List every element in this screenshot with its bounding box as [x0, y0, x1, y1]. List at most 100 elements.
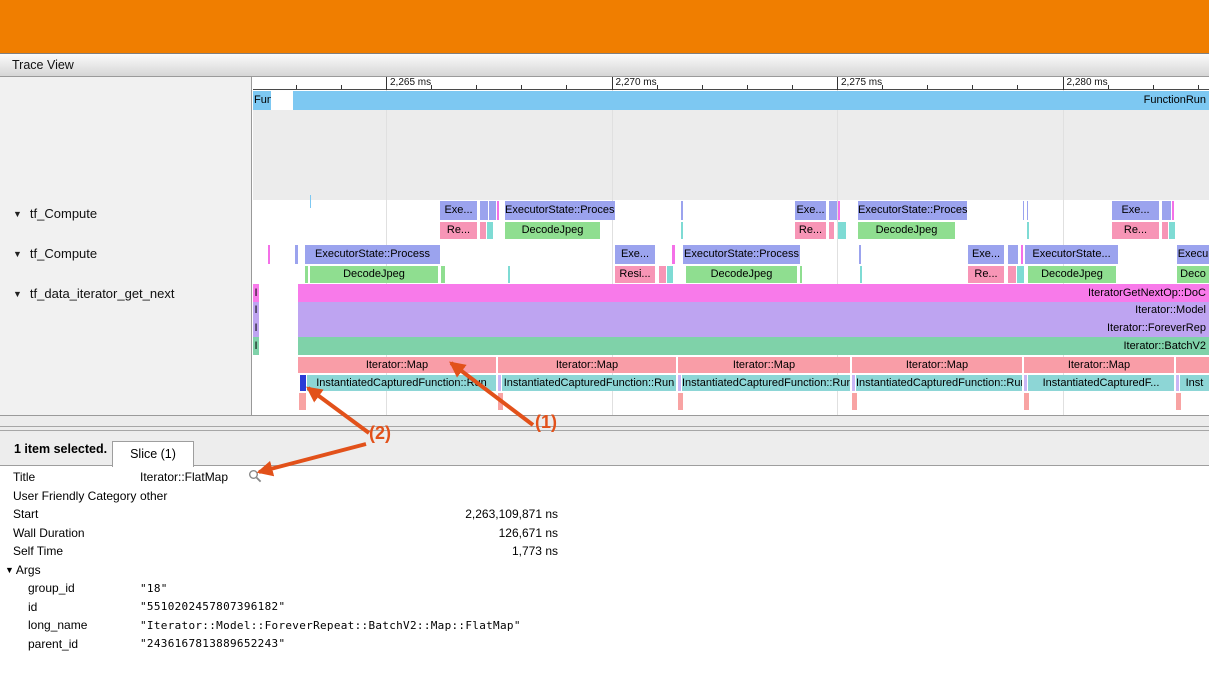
trace-event[interactable]: Iterator::Model: [298, 302, 1209, 319]
sidebar-track-2[interactable]: ▼tf_data_iterator_get_next: [13, 285, 174, 302]
trace-event-tick[interactable]: [1021, 245, 1023, 264]
trace-event[interactable]: ExecutorState::Process: [683, 245, 800, 264]
trace-event-tick[interactable]: [1027, 222, 1029, 239]
trace-event-tick[interactable]: [838, 222, 846, 239]
trace-event[interactable]: DecodeJpeg: [858, 222, 955, 239]
panel-resize-divider[interactable]: [0, 415, 1209, 433]
trace-event-tick[interactable]: [1176, 375, 1179, 391]
trace-event[interactable]: InstantiatedCapturedF...: [1028, 375, 1174, 391]
args-collapse-triangle-icon[interactable]: ▼: [5, 565, 14, 575]
trace-event[interactable]: ExecutorState::Process: [505, 201, 615, 220]
trace-event[interactable]: InstantiatedCapturedFunction::Run: [682, 375, 850, 391]
collapse-triangle-icon[interactable]: ▼: [13, 289, 22, 299]
trace-event[interactable]: Iterator::Map: [852, 357, 1022, 373]
trace-event[interactable]: I: [253, 302, 259, 319]
trace-event-tick[interactable]: [480, 201, 488, 220]
collapse-triangle-icon[interactable]: ▼: [13, 249, 22, 259]
trace-event-tick[interactable]: [1008, 266, 1016, 283]
trace-event-tick[interactable]: [498, 393, 503, 410]
trace-event[interactable]: Re...: [440, 222, 477, 239]
trace-event[interactable]: ExecutorState::Process: [858, 201, 967, 220]
trace-event-tick[interactable]: [800, 266, 802, 283]
trace-event[interactable]: Exe...: [795, 201, 826, 220]
search-icon[interactable]: [248, 469, 262, 486]
sidebar-track-0[interactable]: ▼tf_Compute: [13, 205, 97, 222]
trace-event-tick[interactable]: [681, 201, 683, 220]
trace-event[interactable]: I: [253, 319, 259, 337]
trace-event-tick[interactable]: [829, 201, 837, 220]
trace-event[interactable]: Inst: [1180, 375, 1209, 391]
trace-event-tick[interactable]: [305, 266, 308, 283]
trace-event-tick[interactable]: [1176, 393, 1181, 410]
trace-event-tick[interactable]: [508, 266, 510, 283]
trace-event-tick[interactable]: [852, 375, 855, 391]
trace-event-tick[interactable]: [480, 222, 486, 239]
trace-event-tick[interactable]: [300, 375, 306, 391]
trace-event-tick[interactable]: [497, 201, 499, 220]
trace-event[interactable]: Resi...: [615, 266, 655, 283]
trace-event-tick[interactable]: [1024, 375, 1027, 391]
trace-event[interactable]: Exe...: [440, 201, 477, 220]
trace-event[interactable]: Iterator::ForeverRep: [298, 319, 1209, 337]
trace-event[interactable]: DecodeJpeg: [1028, 266, 1116, 283]
trace-event-tick[interactable]: [1017, 266, 1024, 283]
trace-event-tick[interactable]: [1027, 201, 1028, 220]
trace-event[interactable]: Iterator::Map: [498, 357, 676, 373]
trace-event-tick[interactable]: [859, 245, 861, 264]
trace-event[interactable]: InstantiatedCapturedFunction::Run: [856, 375, 1022, 391]
trace-event-tick[interactable]: [838, 201, 840, 220]
trace-event[interactable]: DecodeJpeg: [686, 266, 797, 283]
trace-event[interactable]: ExecutorState::Process: [305, 245, 440, 264]
trace-event-tick[interactable]: [1024, 393, 1029, 410]
args-section-header[interactable]: ▼Args: [5, 561, 1209, 580]
trace-event[interactable]: Re...: [968, 266, 1004, 283]
trace-event[interactable]: Exe...: [615, 245, 655, 264]
trace-event-tick[interactable]: [852, 393, 857, 410]
trace-event-tick[interactable]: [829, 222, 834, 239]
trace-event[interactable]: Iterator::BatchV2: [298, 337, 1209, 355]
trace-event-tick[interactable]: [681, 222, 683, 239]
trace-event-tick[interactable]: [1162, 201, 1171, 220]
trace-event[interactable]: Exe...: [1112, 201, 1159, 220]
trace-event-tick[interactable]: [672, 245, 675, 264]
trace-event[interactable]: Iterator::Map: [298, 357, 496, 373]
trace-event[interactable]: InstantiatedCapturedFunction::Run: [307, 375, 496, 391]
trace-event[interactable]: Deco: [1177, 266, 1209, 283]
timeline-canvas[interactable]: 2,265 ms2,270 ms2,275 ms2,280 ms Fun Func…: [253, 77, 1209, 415]
trace-event-tick[interactable]: [299, 393, 306, 410]
trace-event[interactable]: Execu: [1177, 245, 1209, 264]
timeline-ruler[interactable]: 2,265 ms2,270 ms2,275 ms2,280 ms: [253, 77, 1209, 90]
trace-event-tick[interactable]: [860, 266, 862, 283]
trace-event-tick[interactable]: [295, 245, 298, 264]
trace-event-tick[interactable]: [489, 201, 496, 220]
trace-event-tick[interactable]: [1172, 201, 1174, 220]
trace-event[interactable]: Re...: [795, 222, 826, 239]
trace-event[interactable]: Iterator::Map: [678, 357, 850, 373]
trace-event-tick[interactable]: [1162, 222, 1168, 239]
trace-event-tick[interactable]: [1023, 201, 1024, 220]
trace-event[interactable]: Exe...: [968, 245, 1004, 264]
trace-event-tick[interactable]: [667, 266, 673, 283]
trace-event[interactable]: Iterator::Map: [1024, 357, 1174, 373]
trace-event-tick[interactable]: [1169, 222, 1175, 239]
trace-event[interactable]: DecodeJpeg: [310, 266, 438, 283]
trace-event[interactable]: ExecutorState...: [1025, 245, 1118, 264]
trace-event-tick[interactable]: [487, 222, 493, 239]
trace-event-tick[interactable]: [678, 375, 681, 391]
trace-event[interactable]: InstantiatedCapturedFunction::Run: [502, 375, 676, 391]
trace-event-tick[interactable]: [268, 245, 270, 264]
trace-event[interactable]: I: [253, 284, 259, 302]
trace-event-tick[interactable]: [1008, 245, 1018, 264]
trace-event-tick[interactable]: [498, 375, 501, 391]
sidebar-track-1[interactable]: ▼tf_Compute: [13, 245, 97, 262]
trace-event[interactable]: I: [253, 337, 259, 355]
trace-event-tick[interactable]: [1176, 357, 1209, 373]
tab-slice[interactable]: Slice (1): [112, 441, 194, 467]
trace-event-tick[interactable]: [678, 393, 683, 410]
trace-event[interactable]: Fun: [253, 91, 271, 110]
collapse-triangle-icon[interactable]: ▼: [13, 209, 22, 219]
trace-event-tick[interactable]: [441, 266, 445, 283]
trace-event[interactable]: DecodeJpeg: [505, 222, 600, 239]
trace-event-tick[interactable]: [659, 266, 666, 283]
trace-event[interactable]: FunctionRun: [293, 91, 1209, 110]
